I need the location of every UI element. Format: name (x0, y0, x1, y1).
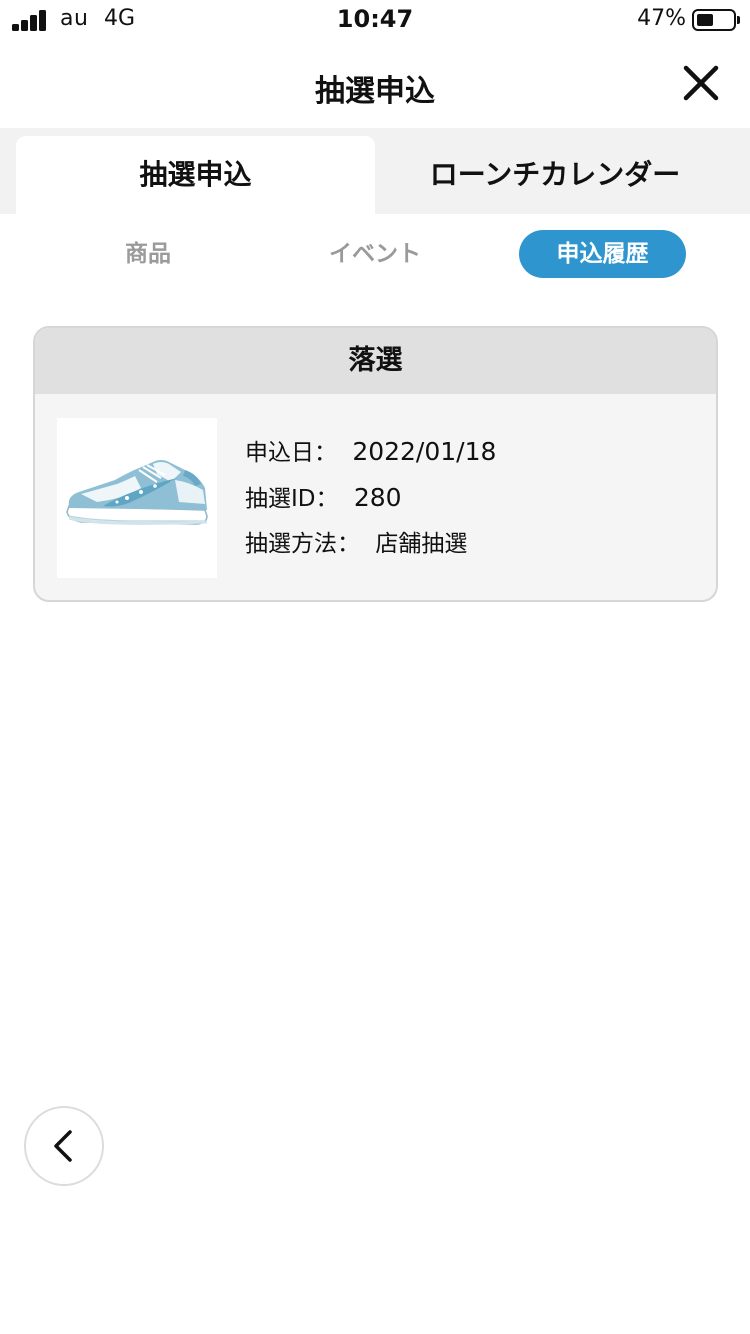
application-date-value: 2022/01/18 (352, 437, 497, 466)
subtab-events[interactable]: イベント (300, 230, 450, 278)
back-button[interactable] (24, 1106, 104, 1186)
application-date-label: 申込日： (245, 440, 337, 466)
battery-level (697, 14, 713, 26)
sneaker-illustration (66, 460, 208, 525)
lottery-method-value: 店舗抽選 (375, 531, 468, 557)
page-title: 抽選申込 (315, 74, 435, 109)
application-date-row: 申込日： 2022/01/18 (245, 434, 496, 480)
entry-status: 落選 (35, 328, 716, 394)
lottery-id-row: 抽選ID： 280 (245, 480, 496, 526)
tab-lottery-application[interactable]: 抽選申込 (16, 136, 375, 214)
lottery-method-label: 抽選方法： (245, 531, 360, 557)
lottery-id-label: 抽選ID： (245, 486, 339, 512)
subtab-products[interactable]: 商品 (88, 230, 208, 278)
entry-card[interactable]: 落選 申込日： 2022/01/18 抽選ID： 280 抽選方法： 店舗抽選 (33, 326, 718, 602)
status-bar: au 4G 10:47 47% (0, 0, 750, 40)
entry-body: 申込日： 2022/01/18 抽選ID： 280 抽選方法： 店舗抽選 (35, 394, 716, 600)
top-tab-bar: 抽選申込 ローンチカレンダー (0, 128, 750, 214)
close-button[interactable] (682, 64, 720, 102)
header: 抽選申込 (0, 40, 750, 128)
entry-details: 申込日： 2022/01/18 抽選ID： 280 抽選方法： 店舗抽選 (245, 434, 496, 572)
chevron-left-icon (54, 1130, 72, 1162)
subtab-application-history[interactable]: 申込履歴 (519, 230, 686, 278)
sneaker-image (57, 418, 217, 578)
sub-tab-bar: 商品 イベント 申込履歴 (0, 230, 750, 278)
lottery-method-row: 抽選方法： 店舗抽選 (245, 526, 496, 572)
battery-icon (692, 9, 740, 31)
lottery-id-value: 280 (353, 483, 402, 512)
battery-percent: 47% (637, 6, 686, 31)
tab-launch-calendar[interactable]: ローンチカレンダー (375, 136, 735, 214)
close-icon (683, 65, 719, 101)
